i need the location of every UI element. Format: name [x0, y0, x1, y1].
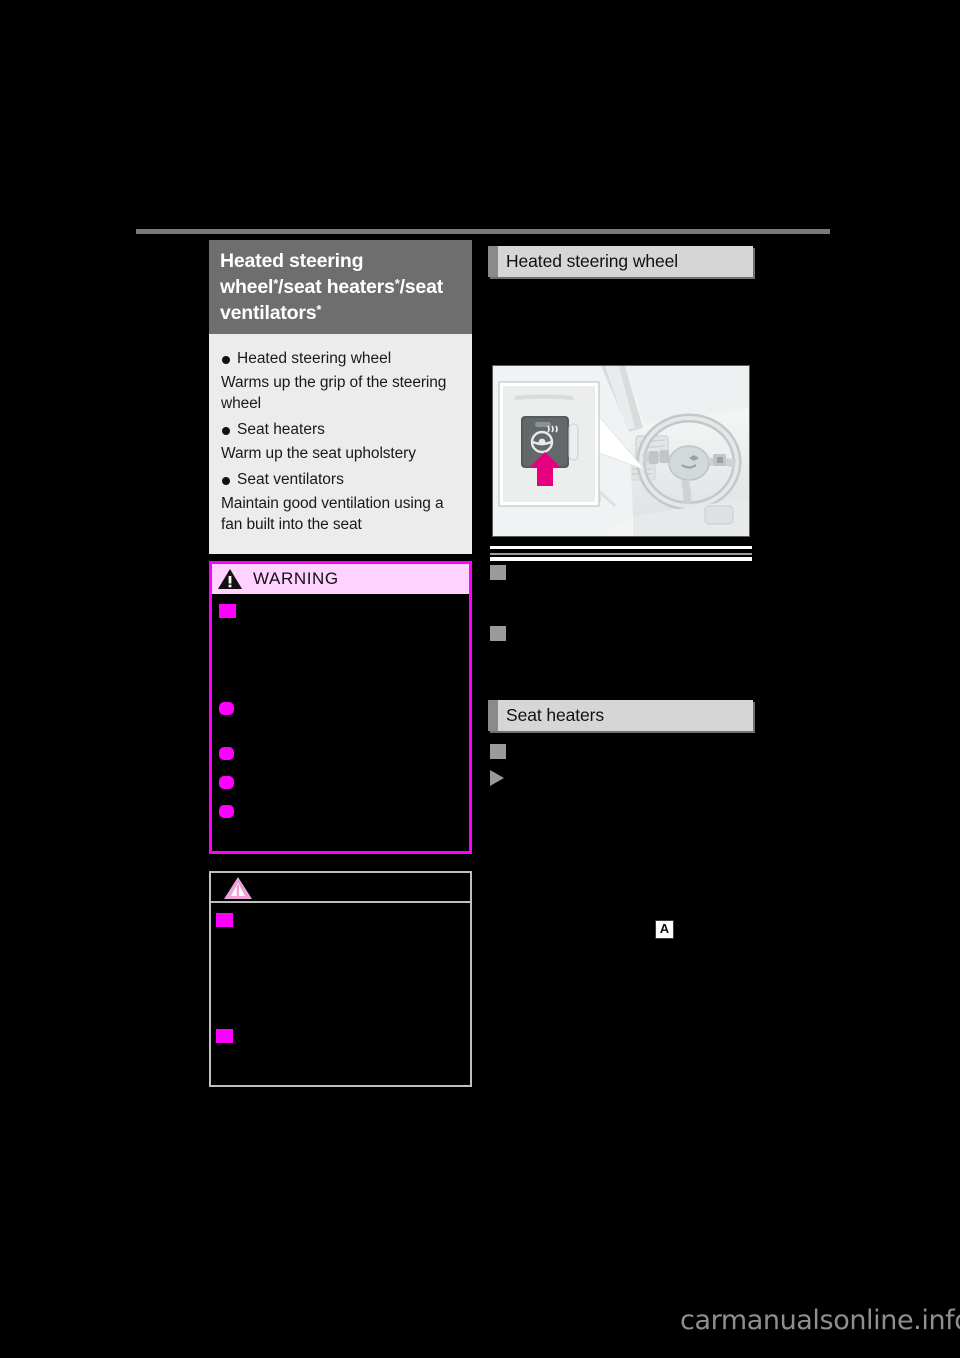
redacted-bullet-dot — [219, 747, 234, 760]
page-title: Heated steering wheel*/seat heaters*/sea… — [209, 240, 472, 335]
step-triangle-marker — [490, 770, 504, 786]
warning-header: WARNING — [212, 564, 469, 594]
notice-body — [211, 903, 470, 1085]
page-title-line1-b: /seat — [278, 276, 322, 298]
site-watermark: carmanualsonline.info — [680, 1305, 960, 1336]
list-item: Seat heaters — [221, 419, 460, 441]
subsection-bullet-square — [490, 744, 506, 759]
list-item: Heated steering wheel — [221, 348, 460, 370]
section-title: Heated steering wheel — [506, 251, 679, 271]
footnote-star-3: * — [316, 302, 322, 317]
subsection-bullet-square — [490, 626, 506, 641]
redaction-rule — [490, 553, 752, 555]
list-item-text: Warm up the seat upholstery — [221, 445, 416, 462]
right-column: Heated steering wheel — [488, 246, 753, 277]
notice-header — [211, 873, 470, 903]
page-title-line2-a: heaters — [326, 276, 395, 298]
redacted-bullet-dot — [219, 702, 234, 715]
feature-description-box: Heated steering wheel Warms up the grip … — [209, 334, 472, 554]
redacted-bullet-square — [216, 913, 233, 927]
left-column: Heated steering wheel*/seat heaters*/sea… — [209, 240, 472, 335]
warning-triangle-icon — [217, 568, 243, 590]
section-title: Seat heaters — [506, 705, 605, 725]
redaction-rule — [490, 557, 752, 561]
section-header-seat-heaters: Seat heaters — [488, 700, 753, 731]
redacted-bullet-dot — [219, 805, 234, 818]
list-item-text: Maintain good ventilation using a fan bu… — [221, 495, 444, 533]
header-rule — [136, 229, 830, 234]
warning-label: WARNING — [253, 569, 339, 588]
redaction-rule — [490, 546, 752, 549]
redacted-bullet-square — [216, 1029, 233, 1043]
steering-wheel-heater-button-illustration — [492, 365, 750, 537]
warning-box: WARNING — [209, 561, 472, 854]
redacted-bullet-square — [219, 604, 236, 618]
callout-marker-a: A — [655, 920, 674, 939]
section-tab-marker — [488, 246, 498, 277]
list-item: Seat ventilators — [221, 469, 460, 491]
page-sheet: Heated steering wheel*/seat heaters*/sea… — [0, 0, 960, 1358]
section-header-heated-steering-wheel: Heated steering wheel — [488, 246, 753, 277]
section-tab-marker — [488, 700, 498, 731]
notice-triangle-icon — [223, 876, 252, 899]
notice-box — [209, 871, 472, 1087]
redacted-bullet-dot — [219, 776, 234, 789]
warning-body — [212, 594, 469, 851]
list-item-text: Warms up the grip of the steering wheel — [221, 374, 447, 412]
subsection-bullet-square — [490, 565, 506, 580]
